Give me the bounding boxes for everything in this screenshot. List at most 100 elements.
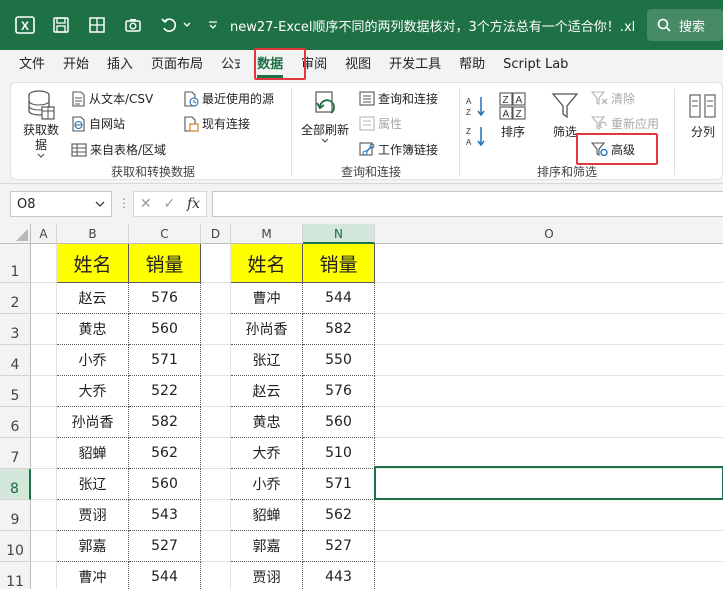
cell-o1[interactable] — [375, 244, 723, 283]
sales-cell-c3[interactable]: 560 — [129, 314, 201, 345]
name-cell-m8[interactable]: 小乔 — [231, 469, 303, 500]
table-header-cell-b1[interactable]: 姓名 — [57, 244, 129, 283]
row-header[interactable]: 5 — [0, 376, 31, 407]
name-cell-m7[interactable]: 大乔 — [231, 438, 303, 469]
cell-d10[interactable] — [201, 531, 231, 562]
name-cell-b9[interactable]: 贾诩 — [57, 500, 129, 531]
name-cell-b4[interactable]: 小乔 — [57, 345, 129, 376]
column-header-d[interactable]: D — [201, 224, 231, 244]
cell-a10[interactable] — [31, 531, 57, 562]
from-text-csv-button[interactable]: 从文本/CSV — [71, 90, 153, 107]
column-header-m[interactable]: M — [231, 224, 303, 244]
table-header-cell-m1[interactable]: 姓名 — [231, 244, 303, 283]
cell-o4[interactable] — [375, 345, 723, 376]
sales-cell-n5[interactable]: 576 — [303, 376, 375, 407]
clear-filter-button[interactable]: 清除 — [591, 90, 635, 107]
cell-a9[interactable] — [31, 500, 57, 531]
tab-formulas[interactable]: 公式 — [212, 50, 240, 80]
name-box[interactable]: O8 — [10, 191, 112, 217]
name-cell-b8[interactable]: 张辽 — [57, 469, 129, 500]
table-header-cell-n1[interactable]: 销量 — [303, 244, 375, 283]
table-header-cell-c1[interactable]: 销量 — [129, 244, 201, 283]
cell-d7[interactable] — [201, 438, 231, 469]
tab-review[interactable]: 审阅 — [292, 50, 336, 80]
cell-a8[interactable] — [31, 469, 57, 500]
row-header[interactable]: 8 — [0, 469, 31, 500]
sales-cell-n11[interactable]: 443 — [303, 562, 375, 589]
cell-o7[interactable] — [375, 438, 723, 469]
cell-d11[interactable] — [201, 562, 231, 589]
row-header[interactable]: 10 — [0, 531, 31, 562]
column-header-o[interactable]: O — [375, 224, 723, 244]
text-to-columns-button[interactable]: 分列 — [685, 91, 721, 140]
select-all-corner[interactable] — [0, 224, 31, 244]
name-cell-m5[interactable]: 赵云 — [231, 376, 303, 407]
name-cell-m9[interactable]: 貂蝉 — [231, 500, 303, 531]
sales-cell-n6[interactable]: 560 — [303, 407, 375, 438]
cell-d2[interactable] — [201, 283, 231, 314]
queries-connections-button[interactable]: 查询和连接 — [359, 90, 438, 107]
sales-cell-n4[interactable]: 550 — [303, 345, 375, 376]
cell-d3[interactable] — [201, 314, 231, 345]
sales-cell-c7[interactable]: 562 — [129, 438, 201, 469]
sales-cell-n3[interactable]: 582 — [303, 314, 375, 345]
from-table-range-button[interactable]: 来自表格/区域 — [71, 141, 166, 158]
cell-a7[interactable] — [31, 438, 57, 469]
formula-input[interactable] — [212, 191, 723, 217]
name-cell-b6[interactable]: 孙尚香 — [57, 407, 129, 438]
from-web-button[interactable]: 自网站 — [71, 115, 125, 132]
name-cell-m11[interactable]: 贾诩 — [231, 562, 303, 589]
column-header-n[interactable]: N — [303, 224, 375, 244]
name-cell-m3[interactable]: 孙尚香 — [231, 314, 303, 345]
sales-cell-c10[interactable]: 527 — [129, 531, 201, 562]
name-cell-b11[interactable]: 曹冲 — [57, 562, 129, 589]
sales-cell-c9[interactable]: 543 — [129, 500, 201, 531]
sales-cell-c4[interactable]: 571 — [129, 345, 201, 376]
row-header[interactable]: 7 — [0, 438, 31, 469]
tab-script-lab[interactable]: Script Lab — [494, 50, 577, 80]
row-header[interactable]: 9 — [0, 500, 31, 531]
cell-o8[interactable] — [375, 469, 723, 500]
cell-o6[interactable] — [375, 407, 723, 438]
cell-o9[interactable] — [375, 500, 723, 531]
advanced-filter-button[interactable]: 高级 — [591, 141, 635, 158]
tab-data[interactable]: 数据 — [248, 50, 292, 80]
cell-d1[interactable] — [201, 244, 231, 283]
tab-help[interactable]: 帮助 — [450, 50, 494, 80]
sales-cell-n2[interactable]: 544 — [303, 283, 375, 314]
grid-view-icon[interactable] — [86, 14, 108, 36]
tab-page-layout[interactable]: 页面布局 — [142, 50, 212, 80]
name-cell-b7[interactable]: 貂蝉 — [57, 438, 129, 469]
cell-a2[interactable] — [31, 283, 57, 314]
cell-a5[interactable] — [31, 376, 57, 407]
sales-cell-c6[interactable]: 582 — [129, 407, 201, 438]
cell-o11[interactable] — [375, 562, 723, 589]
name-cell-b10[interactable]: 郭嘉 — [57, 531, 129, 562]
sales-cell-c11[interactable]: 544 — [129, 562, 201, 589]
properties-button[interactable]: 属性 — [359, 115, 402, 132]
cell-a3[interactable] — [31, 314, 57, 345]
cell-d9[interactable] — [201, 500, 231, 531]
recent-sources-button[interactable]: 最近使用的源 — [183, 90, 274, 107]
reapply-button[interactable]: 重新应用 — [591, 115, 659, 132]
sales-cell-c5[interactable]: 522 — [129, 376, 201, 407]
row-header[interactable]: 11 — [0, 562, 31, 589]
sales-cell-n9[interactable]: 562 — [303, 500, 375, 531]
cell-o10[interactable] — [375, 531, 723, 562]
name-cell-b3[interactable]: 黄忠 — [57, 314, 129, 345]
name-cell-m4[interactable]: 张辽 — [231, 345, 303, 376]
name-cell-b2[interactable]: 赵云 — [57, 283, 129, 314]
customize-toolbar-icon[interactable] — [206, 14, 220, 36]
column-header-b[interactable]: B — [57, 224, 129, 244]
sales-cell-n10[interactable]: 527 — [303, 531, 375, 562]
undo-dropdown-icon[interactable] — [182, 14, 192, 36]
name-cell-m6[interactable]: 黄忠 — [231, 407, 303, 438]
cell-d4[interactable] — [201, 345, 231, 376]
sort-descending-button[interactable]: ZA — [466, 125, 489, 147]
get-data-button[interactable]: 获取数据 — [17, 89, 65, 159]
cell-o3[interactable] — [375, 314, 723, 345]
tab-view[interactable]: 视图 — [336, 50, 380, 80]
cell-d6[interactable] — [201, 407, 231, 438]
save-icon[interactable] — [50, 14, 72, 36]
name-cell-b5[interactable]: 大乔 — [57, 376, 129, 407]
